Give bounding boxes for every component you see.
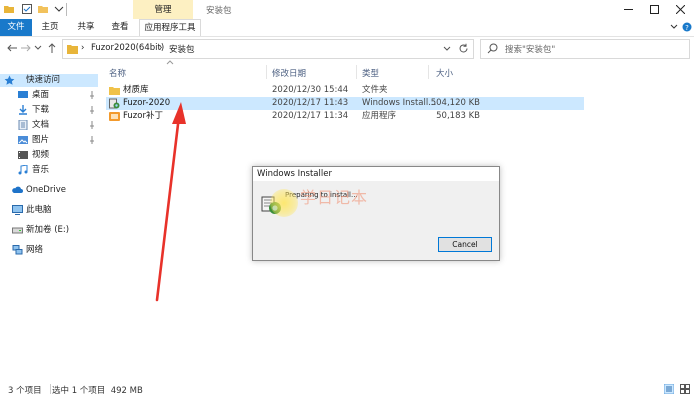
sidebar-item-music[interactable]: 音乐 [0,164,98,177]
column-header-date[interactable]: 修改日期 [272,67,306,79]
star-icon [4,75,15,85]
pictures-icon [18,135,28,145]
cancel-button[interactable]: Cancel [438,237,492,252]
status-item-count: 3 个项目 [8,386,42,396]
separator [50,384,51,394]
file-row[interactable]: Fuzor-2020 2020/12/17 11:43 Windows Inst… [106,97,584,110]
sidebar-item-onedrive[interactable]: OneDrive [0,184,98,197]
new-folder-icon[interactable] [38,4,48,14]
tab-application-tools[interactable]: 应用程序工具 [139,19,201,36]
sidebar-item-quick-access[interactable]: 快速访问 [0,74,98,87]
address-bar[interactable]: › Fuzor2020(64bit) › 安装包 [62,39,474,59]
breadcrumb-item[interactable]: Fuzor2020(64bit) [91,43,164,53]
file-type: 应用程序 [362,111,397,121]
file-date: 2020/12/17 11:43 [272,98,349,108]
pin-icon [89,106,95,114]
file-date: 2020/12/30 15:44 [272,85,349,95]
pin-icon [89,121,95,129]
refresh-icon[interactable] [458,43,469,54]
column-divider[interactable] [356,65,357,79]
recent-locations-chevron-icon[interactable] [34,45,46,57]
status-selection: 选中 1 个项目 492 MB [52,386,143,396]
drive-icon [12,225,23,235]
minimize-button[interactable] [616,0,640,19]
music-icon [18,165,28,175]
separator [66,3,67,16]
desktop-icon [18,90,28,100]
download-icon [18,105,28,115]
expand-ribbon-icon[interactable] [670,24,678,30]
context-tab-group-label: 管理 [154,5,172,15]
file-date: 2020/12/17 11:34 [272,111,349,121]
maximize-button[interactable] [642,0,666,19]
file-name: 材质库 [123,85,149,95]
file-name: Fuzor-2020 [123,98,171,108]
pin-icon [89,91,95,99]
sidebar-item-pictures[interactable]: 图片 [0,134,98,147]
dialog-title: Windows Installer [257,169,332,179]
properties-checkbox-icon[interactable] [22,4,32,14]
up-arrow-icon[interactable] [46,42,58,54]
sidebar-item-network[interactable]: 网络 [0,244,98,257]
sidebar-item-downloads[interactable]: 下载 [0,104,98,117]
column-header-type[interactable]: 类型 [362,67,379,79]
video-icon [18,150,28,160]
dialog-title-bar: Windows Installer [253,167,499,181]
tab-view[interactable]: 查看 [104,19,136,36]
navigation-pane: 快速访问 桌面 下载 文档 图片 视频 音乐 OneDrive 此电脑 新加卷 … [0,63,98,381]
sidebar-item-documents[interactable]: 文档 [0,119,98,132]
column-divider[interactable] [428,65,429,79]
large-icons-view-icon[interactable] [680,384,690,394]
help-icon[interactable]: ? [682,22,692,32]
pin-icon [89,136,95,144]
computer-icon [12,205,23,215]
cursor-highlight [270,189,298,217]
file-size: 504,120 KB [430,98,480,108]
quick-access-dropdown-icon[interactable] [54,6,64,16]
address-history-chevron-icon[interactable] [443,46,451,52]
sidebar-item-this-pc[interactable]: 此电脑 [0,204,98,217]
file-size: 50,183 KB [436,111,480,121]
breadcrumb-item[interactable]: 安装包 [169,43,195,55]
sidebar-item-desktop[interactable]: 桌面 [0,89,98,102]
column-header-size[interactable]: 大小 [436,67,453,79]
folder-icon [67,44,78,54]
ribbon-tabs: 文件 主页 共享 查看 应用程序工具 ? [0,19,694,37]
forward-arrow-icon[interactable] [20,42,32,54]
breadcrumb-separator[interactable]: › [159,43,162,53]
file-type: 文件夹 [362,85,388,95]
file-row[interactable]: Fuzor补丁 2020/12/17 11:34 应用程序 50,183 KB [106,110,584,123]
file-row[interactable]: 材质库 2020/12/30 15:44 文件夹 [106,84,584,97]
search-icon [487,43,498,54]
title-bar: 管理 安装包 [0,0,694,19]
breadcrumb-separator: › [81,43,85,53]
tab-share[interactable]: 共享 [70,19,102,36]
sort-ascending-icon [166,60,174,65]
network-icon [12,245,23,255]
application-icon [109,111,120,122]
column-divider[interactable] [266,65,267,79]
folder-icon [4,4,14,14]
folder-icon [109,85,120,96]
tab-file[interactable]: 文件 [0,19,32,36]
sidebar-item-videos[interactable]: 视频 [0,149,98,162]
search-placeholder: 搜索"安装包" [505,45,556,55]
svg-text:?: ? [685,24,689,32]
tab-home[interactable]: 主页 [34,19,66,36]
sidebar-item-drive-e[interactable]: 新加卷 (E:) [0,224,98,237]
back-arrow-icon[interactable] [6,42,18,54]
document-icon [18,120,28,130]
window-title: 安装包 [206,6,232,16]
context-tab-group: 管理 [133,0,193,19]
cloud-icon [12,185,23,195]
watermark-text: 学日记本 [300,188,369,207]
navigation-row: › Fuzor2020(64bit) › 安装包 搜索"安装包" [0,37,694,61]
status-bar: 3 个项目 选中 1 个项目 492 MB [0,381,694,397]
details-view-icon[interactable] [664,384,674,394]
search-box[interactable]: 搜索"安装包" [480,39,690,59]
column-header-name[interactable]: 名称 [109,67,126,79]
msi-installer-icon [109,98,120,109]
file-name: Fuzor补丁 [123,111,163,121]
close-button[interactable] [668,0,692,19]
